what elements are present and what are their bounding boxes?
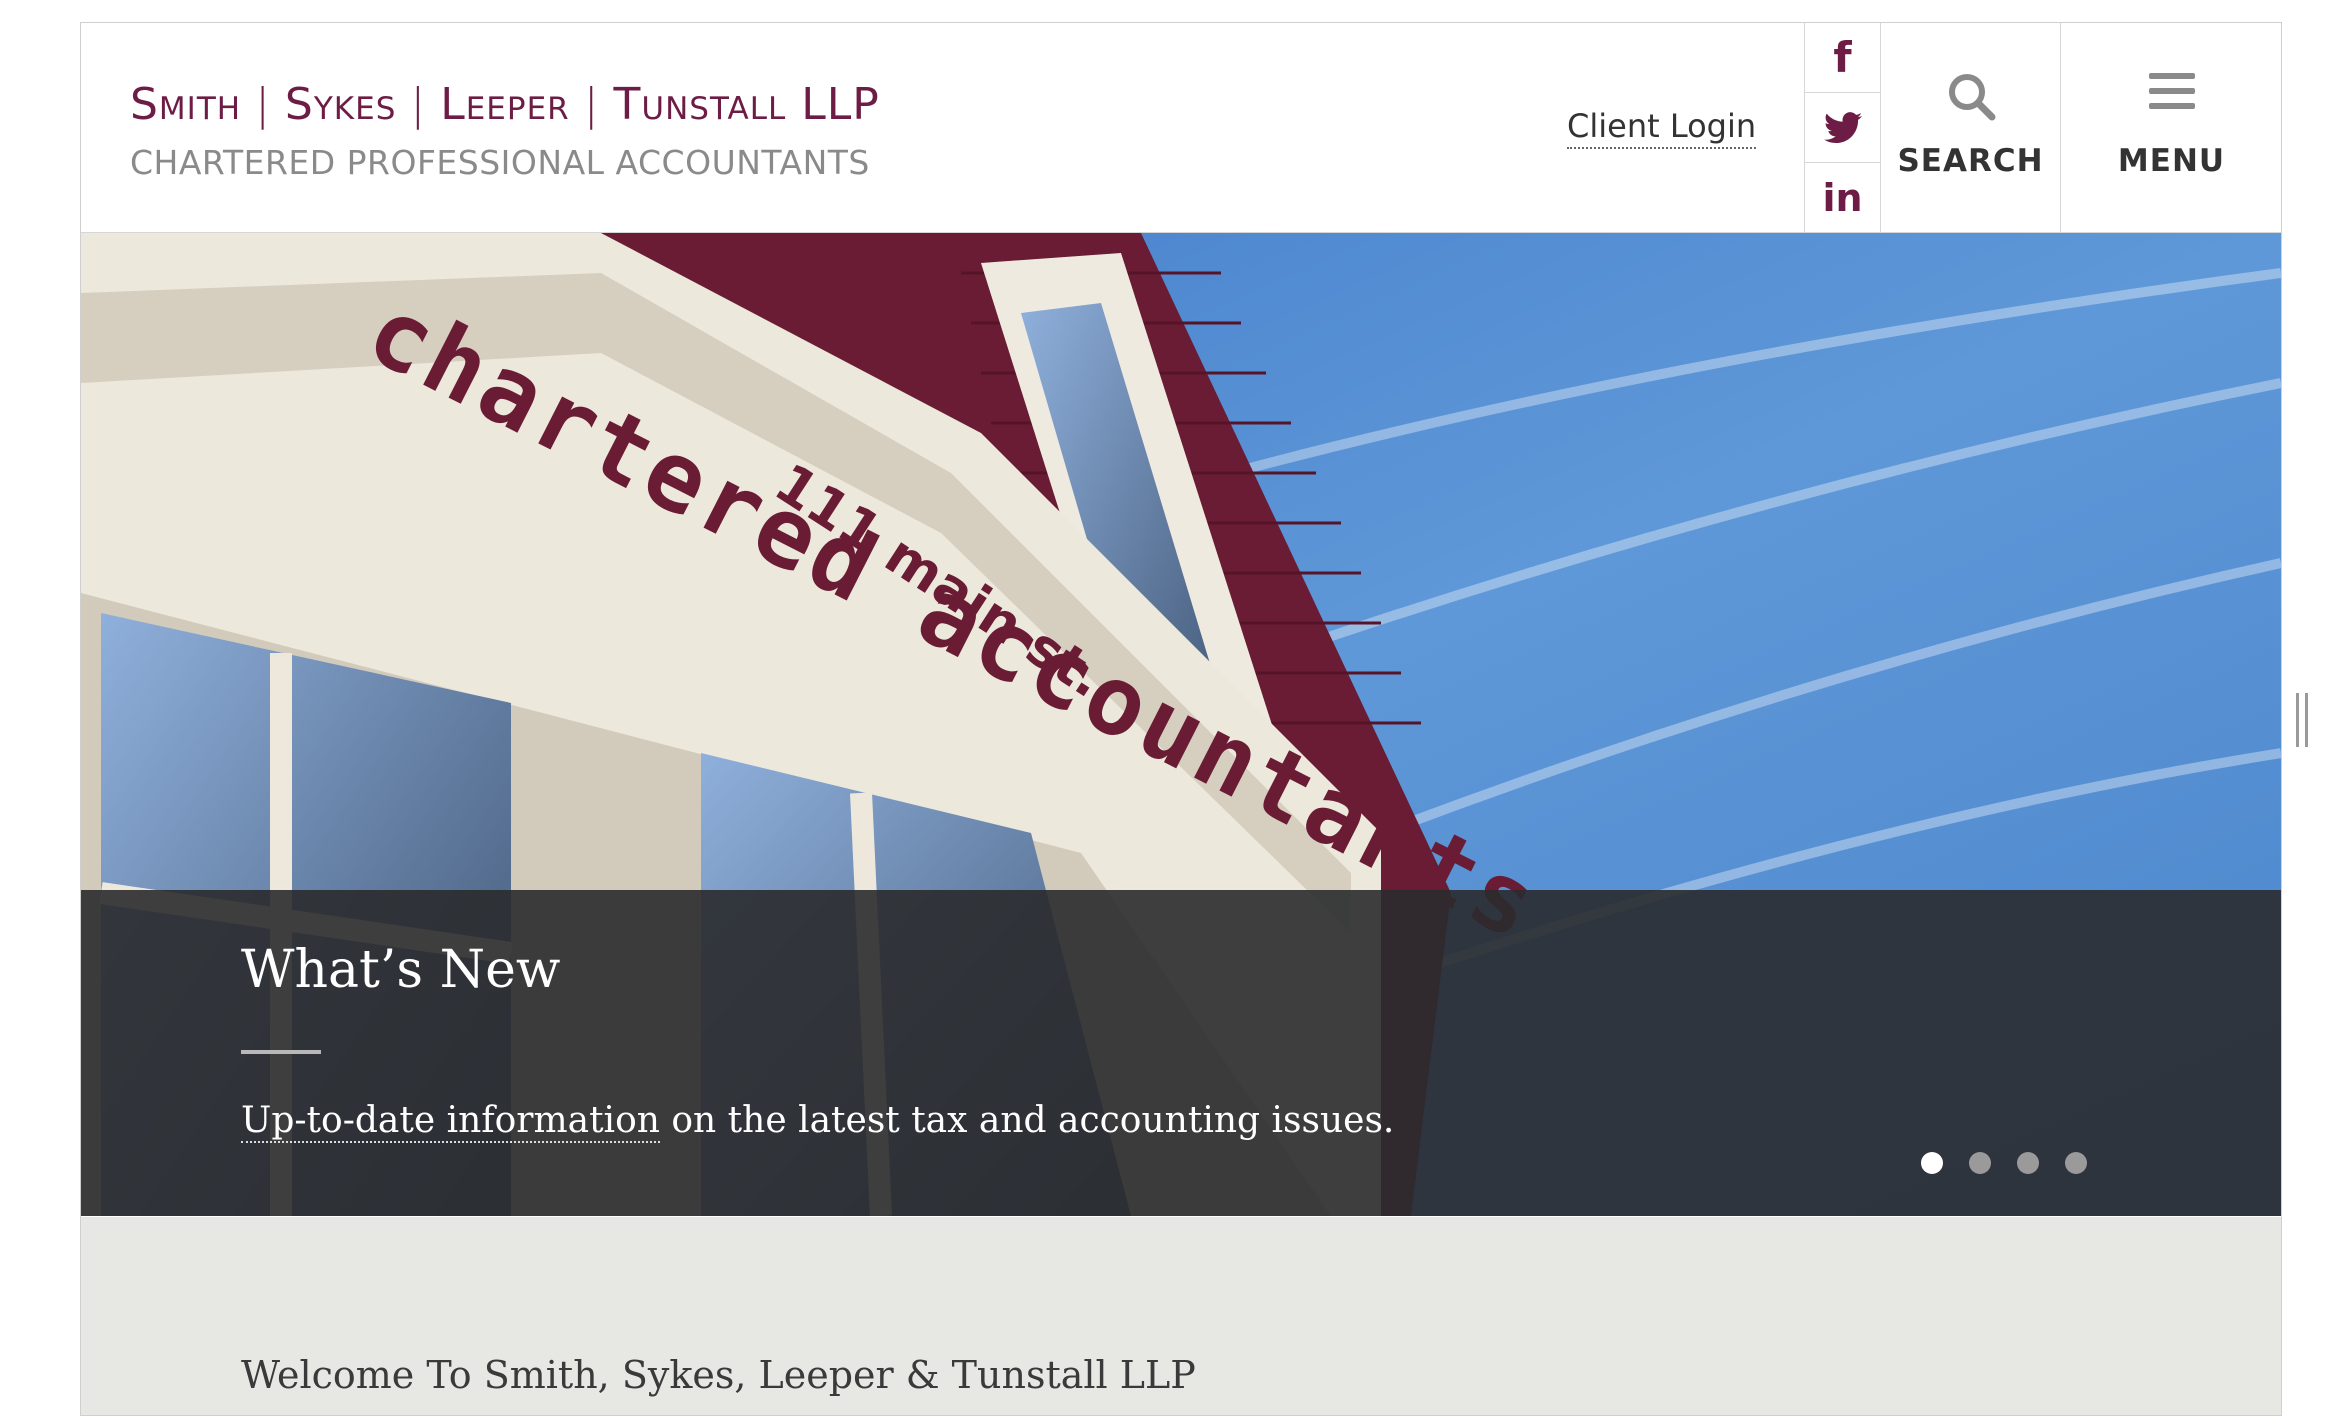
- search-icon: [1881, 71, 2060, 121]
- caption-link[interactable]: Up-to-date information: [241, 1100, 660, 1143]
- caption-divider: [241, 1050, 321, 1054]
- hero-slider: chartered accountants 111 main st. What’…: [81, 233, 2281, 1216]
- logo-tagline: CHARTERED PROFESSIONAL ACCOUNTANTS: [130, 143, 870, 182]
- social-links: f in: [1804, 23, 1880, 232]
- slider-dot-1[interactable]: [1921, 1152, 1943, 1174]
- twitter-icon[interactable]: [1805, 93, 1880, 163]
- menu-button[interactable]: MENU: [2060, 23, 2281, 232]
- slider-pagination: [1921, 1152, 2087, 1174]
- slider-dot-3[interactable]: [2017, 1152, 2039, 1174]
- search-button[interactable]: SEARCH: [1880, 23, 2060, 232]
- site-header: Smith | Sykes | Leeper | Tunstall LLP CHARTERE…: [81, 23, 2281, 249]
- menu-label: MENU: [2117, 143, 2226, 179]
- welcome-title: Welcome To Smith, Sykes, Leeper & Tunsta…: [241, 1353, 1196, 1397]
- client-login-link[interactable]: Client Login: [1567, 107, 1757, 149]
- slider-dot-4[interactable]: [2065, 1152, 2087, 1174]
- logo-firm-name: Smith | Sykes | Leeper | Tunstall LLP: [130, 79, 880, 130]
- search-label: SEARCH: [1897, 143, 2044, 179]
- slider-dot-2[interactable]: [1969, 1152, 1991, 1174]
- resize-handle[interactable]: [2296, 693, 2308, 747]
- slide-caption: What’s New Up-to-date information on the…: [81, 890, 2281, 1216]
- linkedin-icon[interactable]: in: [1805, 163, 1880, 232]
- site-logo[interactable]: Smith | Sykes | Leeper | Tunstall LLP CHARTERE…: [130, 79, 879, 249]
- facebook-icon[interactable]: f: [1805, 23, 1880, 93]
- caption-rest-text: on the latest tax and accounting issues.: [659, 1100, 1395, 1141]
- hamburger-menu-icon: [2061, 71, 2281, 111]
- welcome-section: Welcome To Smith, Sykes, Leeper & Tunsta…: [81, 1217, 2281, 1415]
- slide-caption-text: Up-to-date information on the latest tax…: [241, 1100, 1395, 1143]
- slide-caption-title: What’s New: [241, 940, 561, 1000]
- browser-viewport: Smith | Sykes | Leeper | Tunstall LLP CHARTERE…: [80, 22, 2282, 1416]
